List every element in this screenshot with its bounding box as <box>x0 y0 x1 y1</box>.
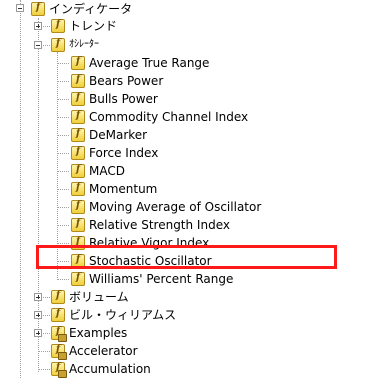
tree-item-label: Bulls Power <box>89 92 158 106</box>
tree-node-label: トレンド <box>69 19 118 33</box>
function-folder-icon: f <box>51 19 65 33</box>
tree-line <box>57 279 69 280</box>
function-icon: f <box>71 110 85 124</box>
tree-node-label: ビル・ウィリアムス <box>69 308 177 322</box>
tree-item-williams-percent-range[interactable]: f Williams' Percent Range <box>71 270 233 288</box>
tree-item-label: Williams' Percent Range <box>89 272 234 286</box>
tree-line <box>57 225 69 226</box>
tree-item-label: Relative Strength Index <box>89 218 230 232</box>
tree-line <box>38 369 52 370</box>
collapse-toggle[interactable] <box>34 41 42 49</box>
expand-toggle[interactable] <box>34 329 42 337</box>
tree-item-relative-strength-index[interactable]: f Relative Strength Index <box>71 216 230 234</box>
function-icon: f <box>71 74 85 88</box>
tree-item-accelerator[interactable]: f Accelerator <box>51 342 138 360</box>
tree-line <box>57 189 69 190</box>
tree-item-demarker[interactable]: f DeMarker <box>71 126 147 144</box>
tree-line <box>57 171 69 172</box>
function-locked-icon: f <box>51 326 67 342</box>
tree-item-force-index[interactable]: f Force Index <box>71 144 158 162</box>
tree-node-label: ｵｼﾚｰﾀｰ <box>69 39 99 50</box>
tree-item-label: Moving Average of Oscillator <box>89 200 262 214</box>
navigator-tree: f インディケータ f トレンド f ｵｼﾚｰﾀｰ f Average True… <box>0 0 385 378</box>
tree-line <box>57 117 69 118</box>
selection-highlight <box>36 245 337 269</box>
tree-item-label: Commodity Channel Index <box>89 110 249 124</box>
tree-item-label: Momentum <box>89 182 158 196</box>
tree-line <box>57 243 69 244</box>
function-folder-icon: f <box>51 308 65 322</box>
tree-item-label: MACD <box>89 164 125 178</box>
tree-item-bulls-power[interactable]: f Bulls Power <box>71 90 158 108</box>
expand-toggle[interactable] <box>34 293 42 301</box>
tree-item-label: DeMarker <box>89 128 148 142</box>
tree-item-accumulation[interactable]: f Accumulation <box>51 360 151 378</box>
tree-item-momentum[interactable]: f Momentum <box>71 180 157 198</box>
tree-line <box>57 81 69 82</box>
tree-node-bill-williams[interactable]: f ビル・ウィリアムス <box>51 306 176 324</box>
tree-item-commodity-channel-index[interactable]: f Commodity Channel Index <box>71 108 248 126</box>
tree-item-bears-power[interactable]: f Bears Power <box>71 72 163 90</box>
tree-line <box>57 207 69 208</box>
tree-line <box>20 0 21 378</box>
function-folder-icon: f <box>51 38 65 52</box>
tree-line <box>57 135 69 136</box>
expand-toggle[interactable] <box>34 22 42 30</box>
tree-node-volumes[interactable]: f ボリューム <box>51 288 129 306</box>
function-icon: f <box>71 92 85 106</box>
collapse-toggle[interactable] <box>16 4 24 12</box>
expand-toggle[interactable] <box>34 311 42 319</box>
tree-line <box>57 63 69 64</box>
tree-line <box>57 99 69 100</box>
tree-node-oscillators[interactable]: f ｵｼﾚｰﾀｰ <box>51 36 99 54</box>
tree-item-label: Accelerator <box>69 344 138 358</box>
tree-item-label: Accumulation <box>69 362 151 376</box>
tree-node-label: ボリューム <box>69 290 129 304</box>
function-folder-icon: f <box>51 290 65 304</box>
function-icon: f <box>71 272 85 286</box>
function-folder-icon: f <box>31 2 45 16</box>
tree-item-moving-average-of-oscillator[interactable]: f Moving Average of Oscillator <box>71 198 261 216</box>
tree-node-trend[interactable]: f トレンド <box>51 17 117 35</box>
tree-item-average-true-range[interactable]: f Average True Range <box>71 54 209 72</box>
function-locked-icon: f <box>51 362 67 378</box>
tree-item-label: Average True Range <box>89 56 210 70</box>
function-locked-icon: f <box>51 344 67 360</box>
function-icon: f <box>71 164 85 178</box>
tree-node-examples[interactable]: f Examples <box>51 324 127 342</box>
function-icon: f <box>71 218 85 232</box>
function-icon: f <box>71 146 85 160</box>
tree-node-indicators[interactable]: f インディケータ <box>31 0 132 18</box>
tree-item-macd[interactable]: f MACD <box>71 162 125 180</box>
tree-item-label: Bears Power <box>89 74 164 88</box>
tree-node-label: インディケータ <box>49 2 133 16</box>
function-icon: f <box>71 200 85 214</box>
function-icon: f <box>71 182 85 196</box>
function-icon: f <box>71 128 85 142</box>
function-icon: f <box>71 56 85 70</box>
tree-line <box>57 153 69 154</box>
tree-node-label: Examples <box>69 326 128 340</box>
tree-line <box>38 351 52 352</box>
tree-item-label: Force Index <box>89 146 159 160</box>
